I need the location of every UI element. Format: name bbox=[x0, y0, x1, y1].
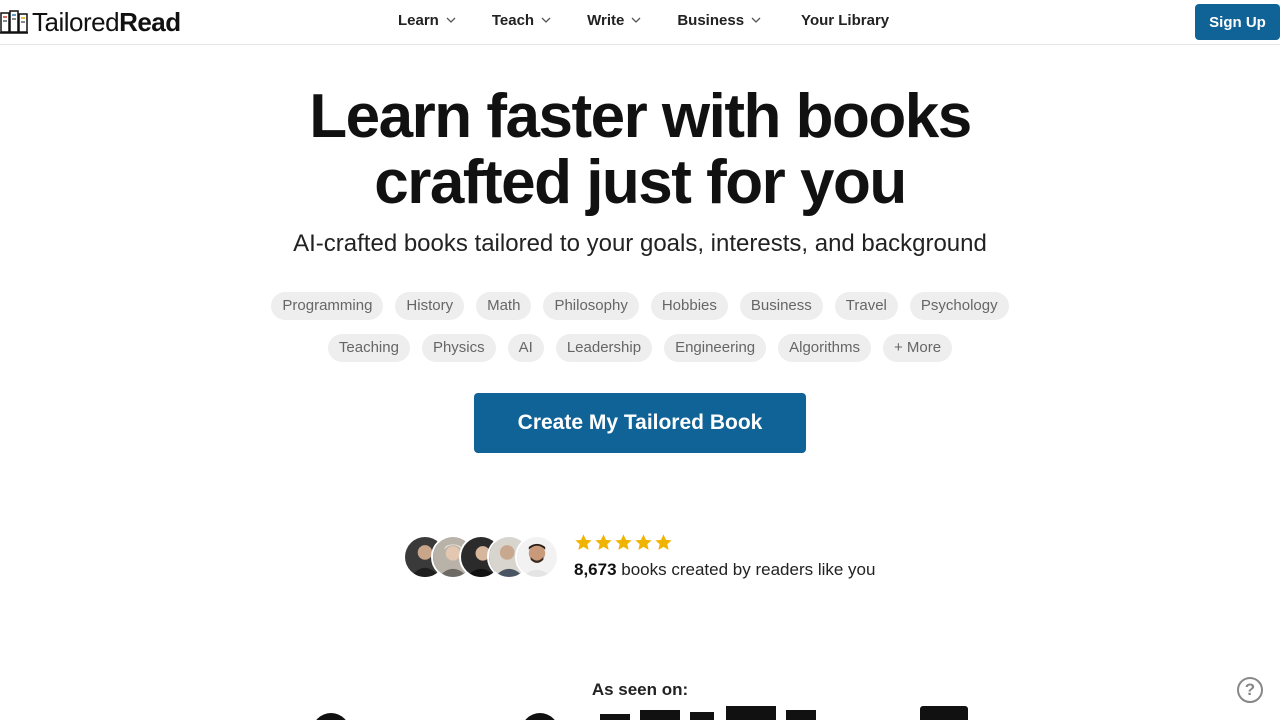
chevron-down-icon bbox=[541, 17, 551, 23]
sign-up-button[interactable]: Sign Up bbox=[1195, 4, 1280, 40]
brand-logo[interactable]: TailoredRead bbox=[0, 4, 181, 40]
brand-name: TailoredRead bbox=[32, 6, 181, 37]
hero-title: Learn faster with books crafted just for… bbox=[0, 84, 1280, 216]
nav-your-library-link[interactable]: Your Library bbox=[801, 12, 889, 29]
help-button[interactable]: ? bbox=[1237, 677, 1263, 703]
nav-business-dropdown[interactable]: Business bbox=[677, 12, 762, 29]
create-tailored-book-button[interactable]: Create My Tailored Book bbox=[474, 393, 806, 453]
topic-chip-history[interactable]: History bbox=[395, 292, 465, 320]
nav-teach-dropdown[interactable]: Teach bbox=[492, 12, 552, 29]
press-logo-shapes bbox=[316, 706, 968, 720]
avatar bbox=[515, 535, 559, 579]
topic-chip-ai[interactable]: AI bbox=[507, 334, 544, 362]
top-navbar: TailoredRead Learn Teach Write Business … bbox=[0, 0, 1280, 45]
topic-chip-philosophy[interactable]: Philosophy bbox=[543, 292, 639, 320]
star-icon bbox=[615, 534, 632, 550]
reader-avatars bbox=[403, 535, 563, 579]
books-created-count: 8,673 books created by readers like you bbox=[574, 560, 875, 580]
nav-learn-dropdown[interactable]: Learn bbox=[398, 12, 457, 29]
chevron-down-icon bbox=[446, 17, 456, 23]
chevron-down-icon bbox=[751, 17, 761, 23]
hero-subtitle: AI-crafted books tailored to your goals,… bbox=[293, 230, 987, 257]
topic-chip-programming[interactable]: Programming bbox=[271, 292, 384, 320]
topic-chip-travel[interactable]: Travel bbox=[834, 292, 898, 320]
star-icon bbox=[575, 534, 592, 550]
topic-chip-algorithms[interactable]: Algorithms bbox=[778, 334, 871, 362]
topic-chips-row-1: Programming History Math Philosophy Hobb… bbox=[0, 292, 1280, 320]
hero-title-line-2: crafted just for you bbox=[374, 148, 907, 217]
as-seen-on-label: As seen on: bbox=[591, 680, 689, 699]
topic-chip-physics[interactable]: Physics bbox=[421, 334, 496, 362]
main-nav: Learn Teach Write Business Your Library bbox=[398, 0, 889, 40]
rating-stars bbox=[574, 533, 673, 552]
star-icon bbox=[655, 534, 672, 550]
nav-write-label: Write bbox=[587, 11, 625, 29]
press-logos bbox=[0, 700, 1280, 720]
topic-chip-leadership[interactable]: Leadership bbox=[555, 334, 653, 362]
nav-teach-label: Teach bbox=[491, 11, 535, 29]
topic-chip-engineering[interactable]: Engineering bbox=[664, 334, 767, 362]
hero-title-line-1: Learn faster with books bbox=[309, 82, 972, 151]
nav-business-label: Business bbox=[677, 11, 745, 29]
books-count-text: books created by readers like you bbox=[616, 560, 876, 579]
topic-chip-teaching[interactable]: Teaching bbox=[327, 334, 410, 362]
star-icon bbox=[635, 534, 652, 550]
books-logo-icon bbox=[0, 10, 28, 34]
topic-chip-math[interactable]: Math bbox=[476, 292, 532, 320]
topic-chips-row-2: Teaching Physics AI Leadership Engineeri… bbox=[0, 334, 1280, 362]
topic-chip-more[interactable]: + More bbox=[882, 334, 953, 362]
topic-chip-hobbies[interactable]: Hobbies bbox=[650, 292, 728, 320]
chevron-down-icon bbox=[631, 17, 641, 23]
nav-write-dropdown[interactable]: Write bbox=[587, 12, 642, 29]
topic-chip-business[interactable]: Business bbox=[739, 292, 823, 320]
star-icon bbox=[595, 534, 612, 550]
topic-chip-psychology[interactable]: Psychology bbox=[909, 292, 1009, 320]
nav-learn-label: Learn bbox=[398, 11, 439, 29]
books-count-value: 8,673 bbox=[574, 560, 617, 579]
